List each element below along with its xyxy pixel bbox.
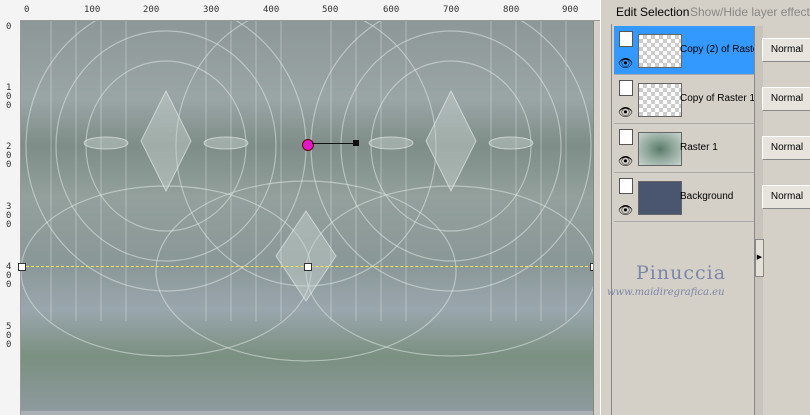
pivot-handle-icon[interactable] [302, 139, 314, 151]
rotation-handle[interactable] [353, 140, 359, 146]
layers-panel-header: Edit Selection Show/Hide layer effects [611, 0, 810, 24]
watermark-name: Pinuccia [636, 262, 727, 284]
layer-thumbnail [638, 181, 682, 215]
image-view[interactable] [21, 21, 593, 411]
eye-icon[interactable]: 👁 [618, 105, 633, 119]
blend-mode-button[interactable]: Normal [762, 185, 810, 209]
kaleidoscope-artwork [21, 21, 593, 362]
layer-name: Raster 1 [680, 142, 718, 153]
layer-row[interactable]: 👁 Raster 1 [614, 124, 754, 173]
canvas-area[interactable]: 0 100 200 300 400 500 600 700 800 900 0 … [0, 0, 601, 415]
ruler-left: 0 1 0 0 2 0 0 3 0 0 4 0 0 5 0 0 [0, 20, 21, 415]
ruler-top-label: 800 [503, 5, 520, 15]
ruler-left-label: 2 0 0 [6, 142, 12, 170]
ruler-top-label: 400 [263, 5, 280, 15]
layer-name: Background [680, 191, 734, 202]
ruler-top-label: 500 [322, 5, 339, 15]
eye-icon[interactable]: 👁 [618, 154, 633, 168]
layer-mask-icon[interactable] [619, 80, 633, 96]
ruler-top-label: 200 [143, 5, 160, 15]
ruler-top-label: 700 [443, 5, 460, 15]
layer-name: Copy (2) of Raster 1 [680, 44, 754, 55]
chevron-right-icon[interactable]: ▶ [755, 239, 764, 277]
eye-icon[interactable]: 👁 [618, 56, 633, 70]
layer-thumbnail [638, 34, 682, 68]
layer-row[interactable]: 👁 Copy (2) of Raster 1 [614, 26, 754, 75]
ruler-top-label: 600 [383, 5, 400, 15]
ruler-left-label: 5 0 0 [6, 322, 12, 350]
ruler-left-label: 3 0 0 [6, 202, 12, 230]
selection-handle[interactable] [304, 263, 312, 271]
layer-thumbnail [638, 83, 682, 117]
rotation-arm [312, 143, 354, 144]
blend-mode-button[interactable]: Normal [762, 136, 810, 160]
layer-row[interactable]: 👁 Copy of Raster 1 [614, 75, 754, 124]
ruler-top-label: 100 [84, 5, 101, 15]
blend-mode-button[interactable]: Normal [762, 38, 810, 62]
ruler-left-label: 4 0 0 [6, 262, 12, 290]
layer-row[interactable]: 👁 Background [614, 173, 754, 222]
edit-selection-button[interactable]: Edit Selection [616, 5, 689, 19]
ruler-left-label: 0 [6, 22, 12, 32]
ruler-left-label: 1 0 0 [6, 83, 12, 111]
layer-list: 👁 Copy (2) of Raster 1 👁 Copy of Raster … [614, 26, 754, 222]
ruler-top-label: 900 [562, 5, 579, 15]
show-hide-layer-effects-button[interactable]: Show/Hide layer effects [690, 5, 810, 19]
layers-vertical-scrollbar[interactable]: ▶ [754, 26, 764, 415]
ruler-top-label: 0 [24, 5, 30, 15]
watermark-url: www.maidiregrafica.eu [607, 287, 725, 298]
selection-handle[interactable] [18, 263, 26, 271]
ruler-top: 0 100 200 300 400 500 600 700 800 900 [0, 0, 600, 21]
eye-icon[interactable]: 👁 [618, 203, 633, 217]
blend-mode-button[interactable]: Normal [762, 87, 810, 111]
layer-mask-icon[interactable] [619, 31, 633, 47]
ruler-top-label: 300 [203, 5, 220, 15]
layer-mask-icon[interactable] [619, 129, 633, 145]
panel-splitter[interactable] [600, 0, 612, 415]
layer-mask-icon[interactable] [619, 178, 633, 194]
layer-thumbnail [638, 132, 682, 166]
layer-name: Copy of Raster 1 [680, 93, 754, 104]
